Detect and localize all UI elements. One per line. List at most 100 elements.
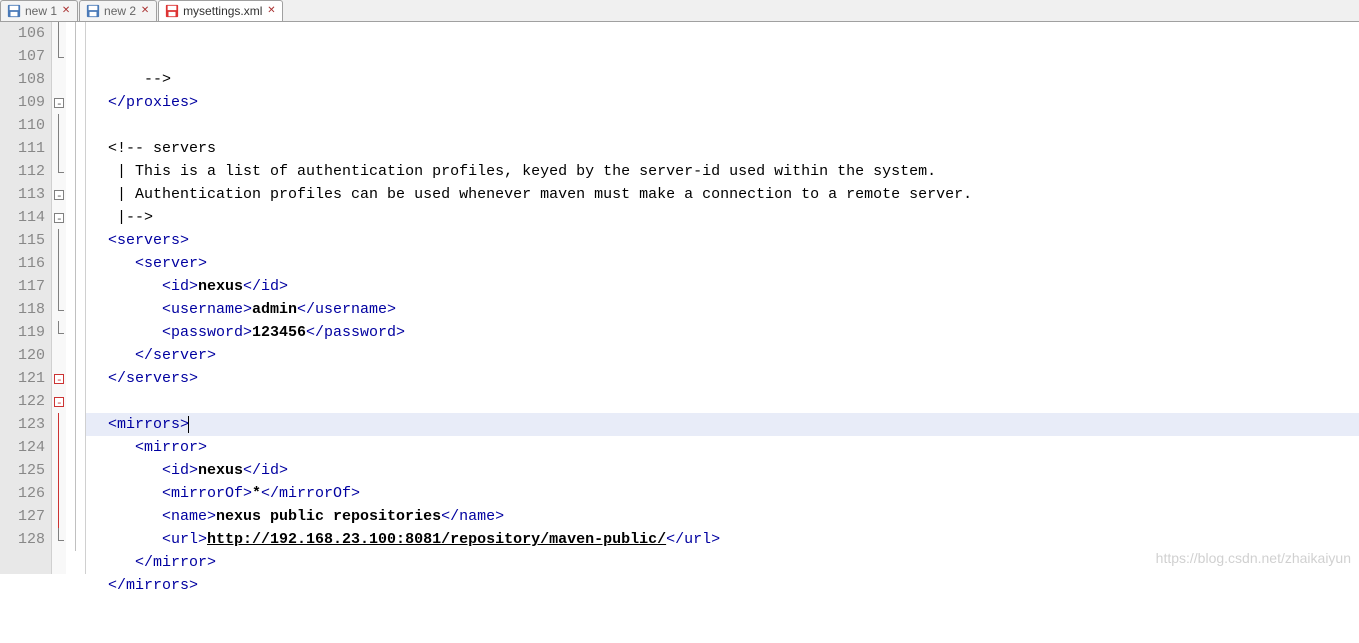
indent-guide [75,505,85,528]
code-line[interactable]: </server> [86,344,1359,367]
code-line[interactable]: <username>admin</username> [86,298,1359,321]
fold-toggle-icon[interactable] [52,206,66,229]
tab-mysettings-xml[interactable]: mysettings.xml ✕ [158,0,283,21]
fold-toggle-icon[interactable] [52,367,66,390]
indent-guide [75,459,85,482]
indent-guide [75,367,85,390]
line-number: 126 [0,482,45,505]
indent-guide [75,91,85,114]
code-line[interactable] [86,390,1359,413]
fold-gutter[interactable] [52,22,66,574]
close-icon[interactable]: ✕ [140,6,150,16]
code-line[interactable]: <id>nexus</id> [86,275,1359,298]
line-number: 106 [0,22,45,45]
code-line[interactable]: <mirror> [86,436,1359,459]
code-line[interactable]: <server> [86,252,1359,275]
tab-label: new 2 [104,4,136,18]
code-line[interactable]: <name>nexus public repositories</name> [86,505,1359,528]
fold-guide [52,298,66,321]
indent-guide [75,229,85,252]
code-token: </servers> [108,370,198,387]
code-line[interactable]: <mirrors> [86,413,1359,436]
code-token: </name> [441,508,504,525]
code-token: <password> [162,324,252,341]
code-line[interactable]: </proxies> [86,91,1359,114]
code-token: <mirrorOf> [162,485,252,502]
line-number: 122 [0,390,45,413]
line-number: 124 [0,436,45,459]
fold-guide [52,22,66,45]
line-number: 120 [0,344,45,367]
code-line[interactable]: <id>nexus</id> [86,459,1359,482]
indent-guide [75,137,85,160]
fold-guide [52,413,66,436]
fold-guide [52,160,66,183]
save-unsaved-icon [165,4,179,18]
code-token: nexus [198,462,243,479]
code-token: </mirrorOf> [261,485,360,502]
indent-guide [75,45,85,68]
code-token: nexus [198,278,243,295]
code-line[interactable]: <!-- servers [86,137,1359,160]
fold-guide [52,321,66,344]
editor-pane[interactable]: 1061071081091101111121131141151161171181… [0,22,1359,574]
code-line[interactable]: <url>http://192.168.23.100:8081/reposito… [86,528,1359,551]
code-token: 123456 [252,324,306,341]
code-line[interactable]: <servers> [86,229,1359,252]
fold-toggle-icon[interactable] [52,91,66,114]
line-number: 116 [0,252,45,275]
close-icon[interactable]: ✕ [266,6,276,16]
line-number: 127 [0,505,45,528]
code-line[interactable]: |--> [86,206,1359,229]
tab-label: new 1 [25,4,57,18]
line-number: 109 [0,91,45,114]
line-number: 121 [0,367,45,390]
fold-guide [52,275,66,298]
code-token: <id> [162,462,198,479]
code-token: http://192.168.23.100:8081/repository/ma… [207,531,666,548]
line-number-gutter: 1061071081091101111121131141151161171181… [0,22,52,574]
code-token: | This is a list of authentication profi… [117,163,936,180]
fold-guide [52,459,66,482]
fold-guide [52,436,66,459]
tab-new-1[interactable]: new 1 ✕ [0,0,78,21]
indent-guide [75,114,85,137]
code-line[interactable]: </mirror> [86,551,1359,574]
code-line[interactable]: | This is a list of authentication profi… [86,160,1359,183]
tab-new-2[interactable]: new 2 ✕ [79,0,157,21]
code-line[interactable]: | Authentication profiles can be used wh… [86,183,1359,206]
fold-guide [52,114,66,137]
code-line[interactable]: <password>123456</password> [86,321,1359,344]
code-line[interactable] [86,114,1359,137]
line-number: 115 [0,229,45,252]
indent-guide [75,183,85,206]
code-line[interactable]: </servers> [86,367,1359,390]
line-number: 111 [0,137,45,160]
fold-guide [52,45,66,68]
tab-label: mysettings.xml [183,4,262,18]
fold-toggle-icon[interactable] [52,183,66,206]
code-token: * [252,485,261,502]
save-icon [86,4,100,18]
line-number: 119 [0,321,45,344]
code-line[interactable]: --> [86,68,1359,91]
line-number: 112 [0,160,45,183]
line-number: 108 [0,68,45,91]
indent-guide [75,321,85,344]
code-line[interactable]: </mirrors> [86,574,1359,597]
code-area[interactable]: --> </proxies> <!-- servers | This is a … [86,22,1359,574]
close-icon[interactable]: ✕ [61,6,71,16]
fold-guide [52,229,66,252]
line-number: 110 [0,114,45,137]
code-token: <id> [162,278,198,295]
fold-guide [52,137,66,160]
fold-toggle-icon[interactable] [52,390,66,413]
code-token: </proxies> [108,94,198,111]
indent-guide [75,68,85,91]
indent-guide [75,528,85,551]
indent-guide [75,252,85,275]
code-line[interactable]: <mirrorOf>*</mirrorOf> [86,482,1359,505]
code-token: <url> [162,531,207,548]
code-token: <mirrors> [108,416,189,433]
tab-bar: new 1 ✕ new 2 ✕ mysettings.xml ✕ [0,0,1359,22]
